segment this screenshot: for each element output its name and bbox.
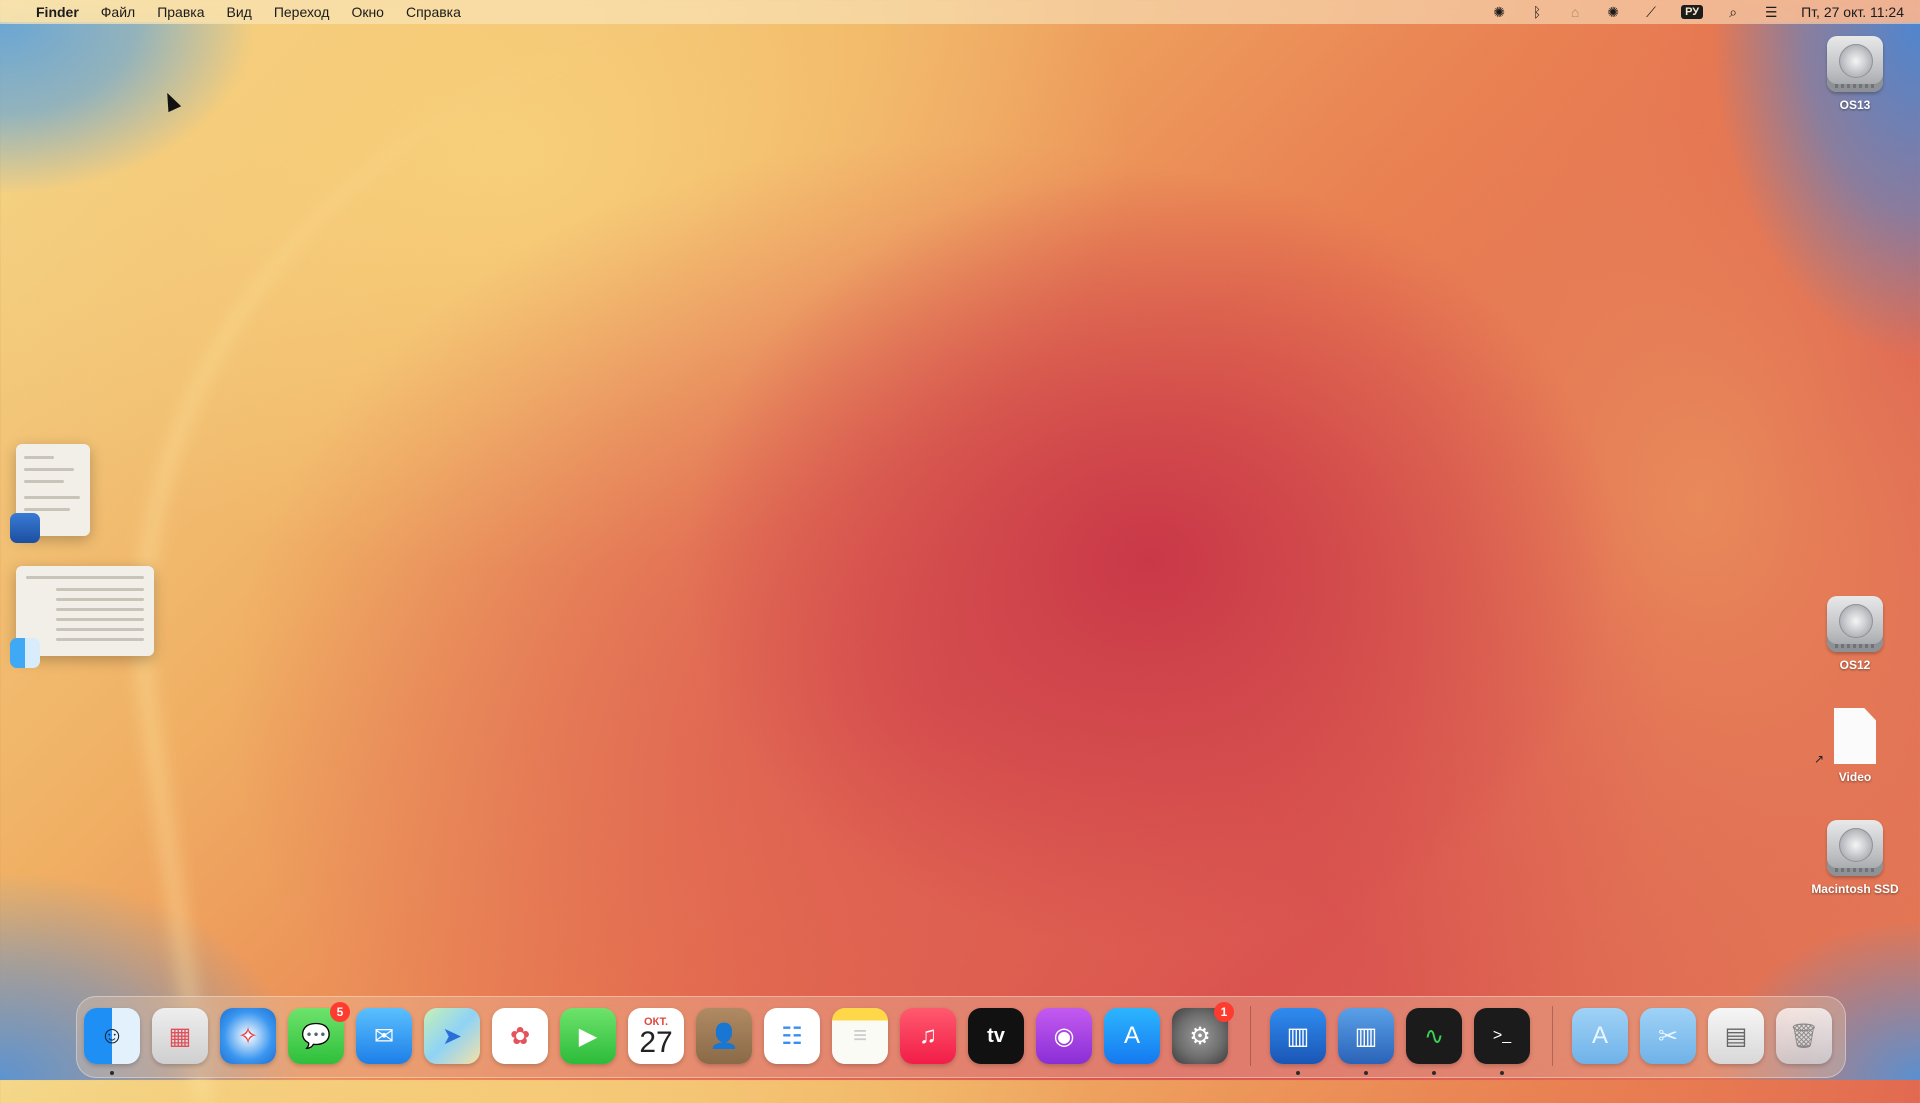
- settings-badge: 1: [1214, 1002, 1234, 1022]
- dock-calendar[interactable]: ОКТ. 27: [628, 1008, 684, 1064]
- dock-system-settings[interactable]: ⚙ 1: [1172, 1002, 1234, 1064]
- desktop-icon-video[interactable]: ↗ Video: [1800, 708, 1910, 784]
- running-indicator: [1432, 1071, 1436, 1075]
- dock-trash[interactable]: 🗑: [1776, 1008, 1832, 1064]
- hard-disk-icon: [1827, 820, 1883, 876]
- spotlight-search-icon[interactable]: ⌕: [1725, 4, 1741, 20]
- desktop-icon-macintosh-ssd[interactable]: Macintosh SSD: [1800, 820, 1910, 896]
- document-icon: [1834, 708, 1876, 764]
- desktop-icon-label: OS13: [1839, 98, 1871, 112]
- dock-notes[interactable]: ≡: [832, 1008, 888, 1064]
- dock-music[interactable]: ♫: [900, 1008, 956, 1064]
- dock-utilities-folder[interactable]: ✂: [1640, 1008, 1696, 1064]
- input-language-badge[interactable]: РУ: [1681, 5, 1704, 19]
- dock-downloads-stack[interactable]: ▤: [1708, 1008, 1764, 1064]
- menu-bar: Finder Файл Правка Вид Переход Окно Спра…: [0, 0, 1920, 24]
- running-indicator: [1500, 1071, 1504, 1075]
- chatgpt-status-icon[interactable]: ✺: [1605, 4, 1621, 20]
- bluetooth-icon[interactable]: ᛒ: [1529, 4, 1545, 20]
- dock-geekbench-6[interactable]: ▥: [1270, 1008, 1326, 1064]
- dock-separator: [1250, 1006, 1251, 1066]
- dock-launchpad[interactable]: ▦: [152, 1008, 208, 1064]
- hard-disk-icon: [1827, 36, 1883, 92]
- thumb-line: [24, 496, 80, 499]
- desktop-icon-label: Video: [1838, 770, 1872, 784]
- gear-icon: ⚙: [1189, 1022, 1211, 1050]
- desktop-icon-os13[interactable]: OS13: [1800, 36, 1910, 112]
- menu-window[interactable]: Окно: [351, 4, 384, 20]
- openai-status-icon[interactable]: ✺: [1491, 4, 1507, 20]
- desktop-icon-os12[interactable]: OS12: [1800, 596, 1910, 672]
- menu-help[interactable]: Справка: [406, 4, 461, 20]
- thumb-line: [24, 456, 54, 459]
- menu-edit[interactable]: Правка: [157, 4, 204, 20]
- dock-safari[interactable]: ✧: [220, 1008, 276, 1064]
- messages-badge: 5: [330, 1002, 350, 1022]
- alias-arrow-icon: ↗: [1814, 752, 1825, 766]
- menu-clock[interactable]: Пт, 27 окт. 11:24: [1801, 4, 1904, 20]
- thumb-line: [56, 598, 144, 601]
- hard-disk-icon: [1827, 596, 1883, 652]
- dock-contacts[interactable]: 👤: [696, 1008, 752, 1064]
- running-indicator: [1296, 1071, 1300, 1075]
- desktop-icon-label: Macintosh SSD: [1811, 882, 1899, 896]
- menu-app-name[interactable]: Finder: [36, 4, 79, 20]
- dock-separator: [1552, 1006, 1553, 1066]
- thumb-line: [56, 628, 144, 631]
- dock-facetime[interactable]: ▶: [560, 1008, 616, 1064]
- dock-finder[interactable]: ☺: [84, 1008, 140, 1064]
- wallpaper-sky-left: [0, 22, 340, 252]
- dock-messages[interactable]: 💬 5: [288, 1002, 350, 1064]
- control-center-icon[interactable]: ☰: [1763, 4, 1779, 20]
- thumb-line: [56, 588, 144, 591]
- thumb-line: [56, 608, 144, 611]
- dock-mail[interactable]: ✉: [356, 1008, 412, 1064]
- running-indicator: [110, 1071, 114, 1075]
- thumb-line: [26, 576, 144, 579]
- wifi-off-icon[interactable]: ⟋: [1643, 4, 1659, 20]
- dock-tv[interactable]: tv: [968, 1008, 1024, 1064]
- messages-icon: 💬: [301, 1022, 331, 1050]
- menu-view[interactable]: Вид: [227, 4, 252, 20]
- thumb-line: [56, 638, 144, 641]
- desktop-icon-label: OS12: [1839, 658, 1871, 672]
- dock-terminal[interactable]: >_: [1474, 1008, 1530, 1064]
- airplay-icon[interactable]: ⌂: [1567, 4, 1583, 20]
- running-indicator: [1364, 1071, 1368, 1075]
- dock-podcasts[interactable]: ◉: [1036, 1008, 1092, 1064]
- thumb-line: [56, 618, 144, 621]
- dock-maps[interactable]: ➤: [424, 1008, 480, 1064]
- menu-go[interactable]: Переход: [274, 4, 330, 20]
- thumb-line: [24, 480, 64, 483]
- dock-reminders[interactable]: ☷: [764, 1008, 820, 1064]
- tv-label: tv: [987, 1024, 1005, 1047]
- dock-activity-monitor[interactable]: ∿: [1406, 1008, 1462, 1064]
- menu-file[interactable]: Файл: [101, 4, 135, 20]
- thumb-line: [24, 468, 74, 471]
- dock-app-store[interactable]: A: [1104, 1008, 1160, 1064]
- dock-geekbench-5[interactable]: ▥: [1338, 1008, 1394, 1064]
- dock-photos[interactable]: ✿: [492, 1008, 548, 1064]
- calendar-day: 27: [639, 1026, 673, 1059]
- dock-applications-folder[interactable]: A: [1572, 1008, 1628, 1064]
- geekbench-icon: [10, 513, 40, 543]
- thumb-line: [24, 508, 70, 511]
- finder-icon: [10, 638, 40, 668]
